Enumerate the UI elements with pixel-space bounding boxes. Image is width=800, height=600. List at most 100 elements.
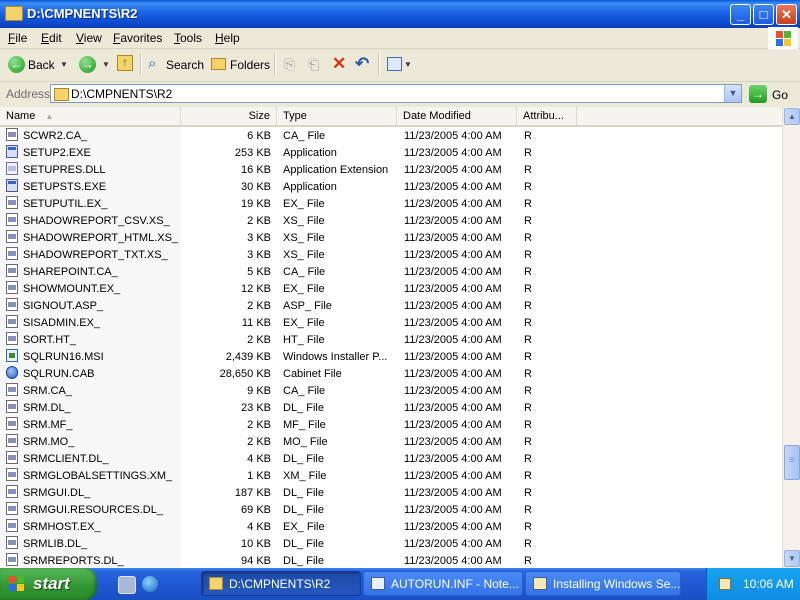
file-type: XS_ File (283, 215, 325, 227)
taskbar-button[interactable]: Installing Windows Se... (525, 571, 681, 596)
file-attributes: R (524, 419, 532, 431)
table-row[interactable]: SRMGLOBALSETTINGS.XM_ 1 KB XM_ File 11/23/2… (0, 467, 782, 484)
generic-file-icon (6, 417, 18, 430)
menu-edit[interactable]: Edit (41, 31, 62, 45)
table-row[interactable]: SRMGUI.RESOURCES.DL_ 69 KB DL_ File 11/23/2… (0, 501, 782, 518)
menu-favorites[interactable]: Favorites (113, 31, 162, 45)
show-desktop-icon[interactable] (118, 576, 136, 594)
table-row[interactable]: SRMHOST.EX_ 4 KB EX_ File 11/23/2005 4:00 A… (0, 518, 782, 535)
taskbar-button[interactable]: D:\CMPNENTS\R2 (201, 571, 361, 596)
table-row[interactable]: SQLRUN.CAB 28,650 KB Cabinet File 11/23/200… (0, 365, 782, 382)
menu-bar: File Edit View Favorites Tools Help (0, 28, 800, 49)
windows-logo-icon (9, 576, 25, 592)
file-size: 4 KB (247, 521, 271, 533)
table-row[interactable]: SHADOWREPORT_CSV.XS_ 2 KB XS_ File 11/23/20… (0, 212, 782, 229)
table-row[interactable]: SRMLIB.DL_ 10 KB DL_ File 11/23/2005 4:00 A… (0, 535, 782, 552)
generic-file-icon (6, 298, 18, 311)
file-size: 12 KB (241, 283, 271, 295)
column-header-type[interactable]: Type (277, 107, 397, 125)
file-size: 6 KB (247, 130, 271, 142)
scroll-down-button[interactable]: ▼ (784, 550, 800, 567)
minimize-button[interactable]: _ (730, 4, 751, 25)
table-row[interactable]: SHAREPOINT.CA_ 5 KB CA_ File 11/23/2005 4:0… (0, 263, 782, 280)
file-date-modified: 11/23/2005 4:00 AM (404, 283, 502, 295)
tray-setup-icon[interactable] (717, 576, 733, 592)
folder-icon (5, 6, 23, 21)
undo-icon[interactable]: ↶ (355, 54, 369, 74)
title-bar[interactable]: D:\CMPNENTS\R2 _ □ ✕ (0, 0, 800, 28)
scroll-up-button[interactable]: ▲ (784, 108, 800, 125)
window-title: D:\CMPNENTS\R2 (27, 6, 138, 21)
column-header-date-modified[interactable]: Date Modified (397, 107, 517, 125)
table-row[interactable]: SRMCLIENT.DL_ 4 KB DL_ File 11/23/2005 4:00… (0, 450, 782, 467)
file-name: SETUPRES.DLL (23, 164, 106, 176)
file-date-modified: 11/23/2005 4:00 AM (404, 351, 502, 363)
maximize-button[interactable]: □ (753, 4, 774, 25)
column-header: Name ▲ Size Type Date Modified Attribu... (0, 107, 782, 127)
address-dropdown-icon[interactable]: ▼ (724, 85, 741, 102)
table-row[interactable]: SCWR2.CA_ 6 KB CA_ File 11/23/2005 4:00 AM R (0, 127, 782, 144)
move-to-icon[interactable]: ⎘ (284, 56, 295, 73)
taskbar-button[interactable]: AUTORUN.INF - Note... (363, 571, 523, 596)
table-row[interactable]: SRMREPORTS.DL_ 94 KB DL_ File 11/23/2005 4:… (0, 552, 782, 568)
table-row[interactable]: SRMGUI.DL_ 187 KB DL_ File 11/23/2005 4:00 … (0, 484, 782, 501)
column-header-size[interactable]: Size (181, 107, 277, 125)
table-row[interactable]: SHOWMOUNT.EX_ 12 KB EX_ File 11/23/2005 4:0… (0, 280, 782, 297)
file-size: 16 KB (241, 164, 271, 176)
go-button[interactable]: Go (772, 88, 788, 102)
menu-file[interactable]: File (8, 31, 27, 45)
menu-tools[interactable]: Tools (174, 31, 202, 45)
table-row[interactable]: SQLRUN16.MSI 2,439 KB Windows Installer P.… (0, 348, 782, 365)
file-list[interactable]: Name ▲ Size Type Date Modified Attribu...… (0, 107, 800, 568)
table-row[interactable]: SETUPRES.DLL 16 KB Application Extension 11… (0, 161, 782, 178)
table-row[interactable]: SETUPUTIL.EX_ 19 KB EX_ File 11/23/2005 4:0… (0, 195, 782, 212)
forward-dropdown-icon[interactable]: ▼ (102, 60, 110, 69)
table-row[interactable]: SHADOWREPORT_TXT.XS_ 3 KB XS_ File 11/23/20… (0, 246, 782, 263)
back-dropdown-icon[interactable]: ▼ (60, 60, 68, 69)
column-header-name[interactable]: Name ▲ (0, 107, 181, 125)
file-type: XS_ File (283, 232, 325, 244)
file-type: Cabinet File (283, 368, 342, 380)
file-attributes: R (524, 249, 532, 261)
menu-view[interactable]: View (76, 31, 102, 45)
file-size: 9 KB (247, 385, 271, 397)
vertical-scrollbar[interactable]: ▲ ▼ (782, 107, 800, 568)
table-row[interactable]: SETUP2.EXE 253 KB Application 11/23/2005 4:… (0, 144, 782, 161)
file-type: Application (283, 181, 337, 193)
table-row[interactable]: SISADMIN.EX_ 11 KB EX_ File 11/23/2005 4:00… (0, 314, 782, 331)
table-row[interactable]: SRM.MF_ 2 KB MF_ File 11/23/2005 4:00 AM R (0, 416, 782, 433)
file-date-modified: 11/23/2005 4:00 AM (404, 300, 502, 312)
start-button[interactable]: start (0, 568, 97, 600)
file-size: 94 KB (241, 555, 271, 567)
file-name: SQLRUN.CAB (23, 368, 95, 380)
go-arrow-icon[interactable]: → (749, 85, 767, 103)
address-input[interactable]: D:\CMPNENTS\R2 ▼ (50, 84, 742, 103)
back-arrow-icon: ← (8, 56, 25, 73)
menu-help[interactable]: Help (215, 31, 240, 45)
table-row[interactable]: SHADOWREPORT_HTML.XS_ 3 KB XS_ File 11/23/2… (0, 229, 782, 246)
column-header-attributes[interactable]: Attribu... (517, 107, 577, 125)
file-attributes: R (524, 334, 532, 346)
table-row[interactable]: SIGNOUT.ASP_ 2 KB ASP_ File 11/23/2005 4:00… (0, 297, 782, 314)
generic-file-icon (6, 128, 18, 141)
dll-file-icon (6, 162, 18, 175)
close-button[interactable]: ✕ (776, 4, 797, 25)
file-name: SORT.HT_ (23, 334, 76, 346)
file-attributes: R (524, 266, 532, 278)
table-row[interactable]: SRM.MO_ 2 KB MO_ File 11/23/2005 4:00 AM R (0, 433, 782, 450)
table-row[interactable]: SRM.DL_ 23 KB DL_ File 11/23/2005 4:00 AM R (0, 399, 782, 416)
file-type: DL_ File (283, 487, 324, 499)
up-folder-icon[interactable]: ↑ (117, 55, 133, 71)
file-size: 2 KB (247, 215, 271, 227)
generic-file-icon (6, 519, 18, 532)
views-dropdown-icon[interactable]: ▼ (404, 60, 412, 69)
copy-to-icon[interactable]: ⎗ (308, 56, 319, 73)
file-date-modified: 11/23/2005 4:00 AM (404, 249, 502, 261)
internet-explorer-icon[interactable] (142, 576, 158, 592)
scroll-thumb[interactable] (784, 445, 800, 480)
table-row[interactable]: SORT.HT_ 2 KB HT_ File 11/23/2005 4:00 AM R (0, 331, 782, 348)
delete-icon[interactable]: ✕ (332, 54, 346, 74)
file-size: 5 KB (247, 266, 271, 278)
table-row[interactable]: SETUPSTS.EXE 30 KB Application 11/23/2005 4… (0, 178, 782, 195)
table-row[interactable]: SRM.CA_ 9 KB CA_ File 11/23/2005 4:00 AM R (0, 382, 782, 399)
